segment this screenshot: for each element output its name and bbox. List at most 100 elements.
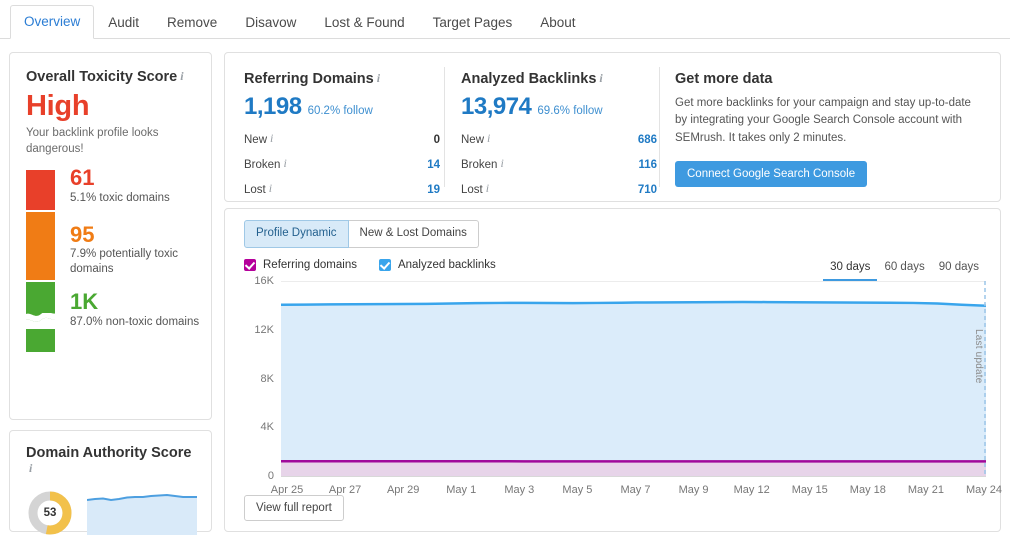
referring-domains-follow-pct: 60.2% follow	[308, 105, 373, 117]
toxic-segment	[26, 170, 55, 210]
row-value[interactable]: 19	[427, 184, 440, 196]
analyzed-backlinks-block: Analyzed Backlinksi 13,97469.6% follow N…	[461, 71, 657, 196]
row-label: Newi	[244, 131, 273, 146]
tab-lost-and-found[interactable]: Lost & Found	[310, 6, 418, 40]
referring-domains-row-new: Newi 0	[244, 131, 440, 146]
chart-x-tick-label: May 21	[908, 484, 944, 496]
toxic-count: 61	[70, 166, 200, 189]
analyzed-backlinks-row-broken: Brokeni 116	[461, 156, 657, 171]
stats-divider	[659, 67, 660, 187]
authority-donut-chart: 53	[26, 489, 74, 537]
connect-google-search-console-button[interactable]: Connect Google Search Console	[675, 161, 867, 187]
info-icon[interactable]: i	[270, 131, 273, 146]
authority-score-value: 53	[39, 502, 61, 524]
chart-x-tick-label: Apr 29	[387, 484, 419, 496]
info-icon[interactable]: i	[487, 131, 490, 146]
potentially-toxic-label: 7.9% potentially toxic domains	[70, 247, 200, 277]
chart-area-analyzed-backlinks	[281, 302, 986, 476]
chart-x-tick-label: May 24	[966, 484, 1002, 496]
get-more-data-title: Get more data	[675, 71, 985, 87]
legend-label: Referring domains	[263, 259, 357, 271]
checkbox-referring-domains[interactable]	[244, 259, 256, 271]
toxicity-legend-rows: 61 5.1% toxic domains 95 7.9% potentiall…	[70, 166, 200, 338]
period-60-days[interactable]: 60 days	[877, 259, 931, 281]
chart-view-toggle: Profile Dynamic New & Lost Domains	[244, 220, 479, 248]
chart-tab-profile-dynamic[interactable]: Profile Dynamic	[244, 220, 349, 248]
referring-domains-total: 1,198	[244, 93, 302, 121]
row-value[interactable]: 686	[638, 134, 657, 146]
toxicity-title-text: Overall Toxicity Score	[26, 69, 177, 85]
chart-legend: Referring domains Analyzed backlinks	[244, 259, 518, 271]
chart-y-tick-label: 0	[268, 470, 274, 482]
row-value[interactable]: 14	[427, 159, 440, 171]
chart-y-tick-label: 12K	[254, 324, 274, 336]
tab-disavow[interactable]: Disavow	[231, 6, 310, 40]
toxicity-stacked-bar	[26, 170, 55, 352]
period-30-days[interactable]: 30 days	[823, 259, 877, 281]
chart-x-tick-label: May 7	[621, 484, 651, 496]
toxicity-row-potentially-toxic: 95 7.9% potentially toxic domains	[70, 223, 200, 277]
overall-toxicity-score-card: Overall Toxicity Scorei High Your backli…	[9, 52, 212, 420]
get-more-data-block: Get more data Get more backlinks for you…	[675, 71, 985, 187]
authority-title-text: Domain Authority Score	[26, 445, 191, 461]
referring-domains-title-text: Referring Domains	[244, 71, 374, 87]
analyzed-backlinks-follow-pct: 69.6% follow	[537, 105, 602, 117]
row-label: Losti	[244, 181, 272, 196]
referring-domains-block: Referring Domainsi 1,19860.2% follow New…	[244, 71, 440, 196]
bar-truncation-wave-icon	[23, 313, 58, 329]
period-90-days[interactable]: 90 days	[932, 259, 986, 281]
row-value: 0	[434, 134, 440, 146]
referring-domains-row-lost: Losti 19	[244, 181, 440, 196]
row-label: Brokeni	[461, 156, 504, 171]
info-icon[interactable]: i	[500, 156, 503, 171]
info-icon[interactable]: i	[283, 156, 286, 171]
tab-about[interactable]: About	[526, 6, 589, 40]
analyzed-backlinks-total: 13,974	[461, 93, 531, 121]
authority-sparkline	[87, 492, 197, 535]
toxicity-row-non-toxic: 1K 87.0% non-toxic domains	[70, 290, 200, 329]
profile-dynamic-chart-card: Profile Dynamic New & Lost Domains Refer…	[224, 208, 1001, 532]
tab-overview[interactable]: Overview	[10, 5, 94, 40]
toxic-label: 5.1% toxic domains	[70, 191, 200, 206]
chart-x-axis: Apr 25Apr 27Apr 29May 1May 3May 5May 7Ma…	[244, 484, 986, 500]
view-full-report-button[interactable]: View full report	[244, 495, 344, 521]
chart-series-svg	[281, 281, 986, 476]
tab-audit[interactable]: Audit	[94, 6, 153, 40]
info-icon[interactable]: i	[269, 181, 272, 196]
legend-label: Analyzed backlinks	[398, 259, 496, 271]
analyzed-backlinks-row-lost: Losti 710	[461, 181, 657, 196]
info-icon[interactable]: i	[599, 71, 602, 86]
row-value[interactable]: 116	[638, 159, 657, 171]
toxicity-card-title: Overall Toxicity Scorei	[26, 69, 195, 85]
tab-remove[interactable]: Remove	[153, 6, 231, 40]
chart-x-tick-label: May 12	[734, 484, 770, 496]
chart-plot-area: 04K8K12K16K	[244, 281, 986, 476]
non-toxic-count: 1K	[70, 290, 200, 313]
chart-y-tick-label: 16K	[254, 275, 274, 287]
toxicity-subtitle: Your backlink profile looks dangerous!	[26, 126, 195, 157]
toxicity-breakdown: 61 5.1% toxic domains 95 7.9% potentiall…	[10, 170, 211, 360]
get-more-data-text: Get more backlinks for your campaign and…	[675, 95, 985, 147]
checkbox-analyzed-backlinks[interactable]	[379, 259, 391, 271]
legend-item-referring-domains[interactable]: Referring domains	[244, 259, 357, 271]
main-tab-bar: Overview Audit Remove Disavow Lost & Fou…	[0, 0, 1010, 39]
chart-area-referring-domains	[281, 461, 986, 476]
row-label: Losti	[461, 181, 489, 196]
row-value[interactable]: 710	[638, 184, 657, 196]
info-icon[interactable]: i	[486, 181, 489, 196]
analyzed-backlinks-title: Analyzed Backlinksi	[461, 71, 657, 87]
potentially-toxic-count: 95	[70, 223, 200, 246]
chart-x-tick-label: May 1	[446, 484, 476, 496]
info-icon[interactable]: i	[377, 71, 380, 86]
chart-x-tick-label: May 3	[504, 484, 534, 496]
info-icon[interactable]: i	[180, 69, 183, 84]
referring-domains-title: Referring Domainsi	[244, 71, 440, 87]
legend-item-analyzed-backlinks[interactable]: Analyzed backlinks	[379, 259, 496, 271]
analyzed-backlinks-title-text: Analyzed Backlinks	[461, 71, 596, 87]
tab-target-pages[interactable]: Target Pages	[419, 6, 527, 40]
last-update-annotation-label: Last update	[973, 329, 984, 383]
info-icon[interactable]: i	[29, 461, 32, 476]
stats-divider	[444, 67, 445, 187]
toxicity-row-toxic: 61 5.1% toxic domains	[70, 166, 200, 205]
chart-tab-new-and-lost-domains[interactable]: New & Lost Domains	[349, 220, 479, 248]
